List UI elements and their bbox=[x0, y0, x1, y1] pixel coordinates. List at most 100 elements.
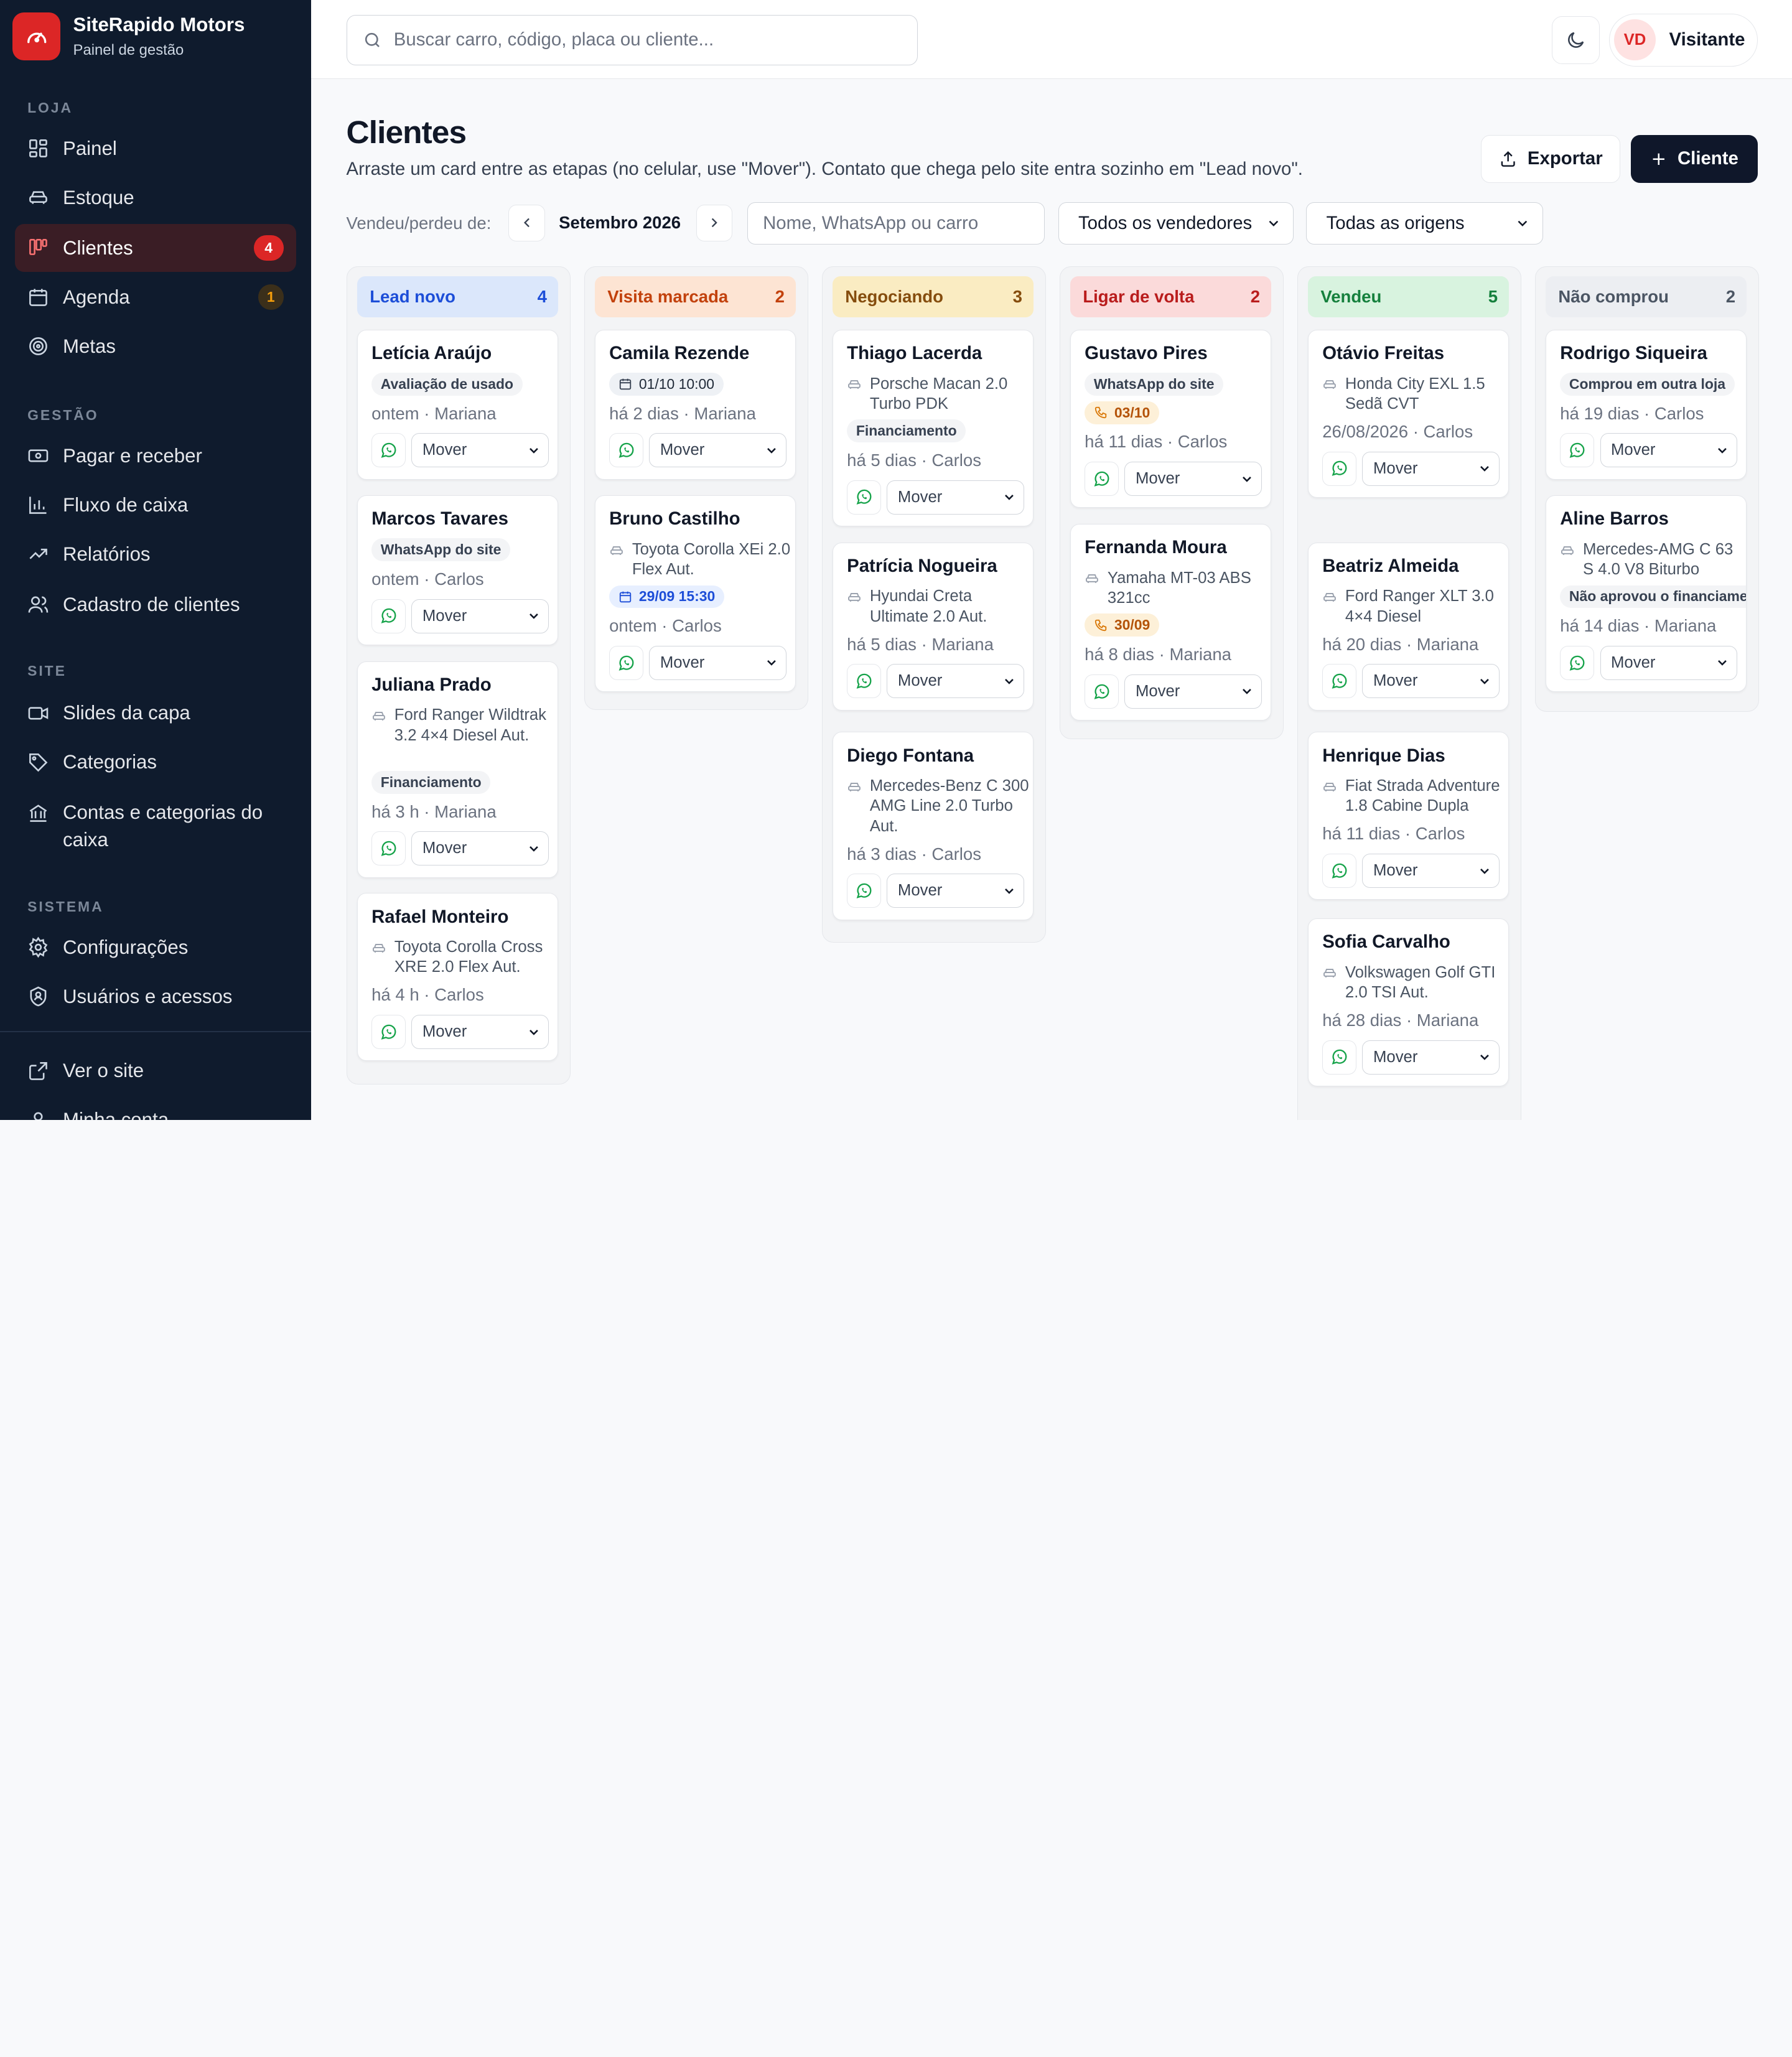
whatsapp-button[interactable] bbox=[1322, 1040, 1357, 1075]
brand[interactable]: SiteRapido Motors Painel de gestão bbox=[0, 0, 311, 73]
move-select[interactable]: Mover bbox=[649, 645, 786, 680]
sidebar-item-ver-site[interactable]: Ver o site bbox=[15, 1047, 296, 1094]
move-select[interactable]: Mover bbox=[411, 433, 549, 468]
whatsapp-button[interactable] bbox=[609, 433, 644, 468]
whatsapp-button[interactable] bbox=[371, 1015, 406, 1050]
export-button[interactable]: Exportar bbox=[1481, 134, 1621, 183]
move-select[interactable]: Mover bbox=[887, 664, 1024, 699]
client-card[interactable]: Sofia Carvalho Volkswagen Golf GTI 2.0 TS… bbox=[1308, 918, 1510, 1086]
client-card[interactable]: Gustavo Pires WhatsApp do site 03/10 há 11 … bbox=[1070, 329, 1272, 508]
client-card[interactable]: Letícia Araújo Avaliação de usado ontem · … bbox=[357, 329, 559, 480]
client-card[interactable]: Rodrigo Siqueira Comprou em outra loja há … bbox=[1546, 329, 1747, 480]
section-loja: LOJA bbox=[27, 99, 73, 116]
car-icon bbox=[1323, 592, 1337, 602]
move-select[interactable]: Mover bbox=[649, 433, 786, 468]
sidebar-item-minha-conta[interactable]: Minha conta bbox=[15, 1096, 296, 1120]
move-select[interactable]: Mover bbox=[1362, 664, 1500, 699]
sidebar-item-pagar-receber[interactable]: Pagar e receber bbox=[15, 432, 296, 480]
whatsapp-button[interactable] bbox=[847, 874, 882, 908]
chevron-down-icon bbox=[1239, 472, 1254, 487]
sidebar-item-label: Configurações bbox=[63, 936, 189, 958]
user-menu-button[interactable]: VD Visitante bbox=[1609, 14, 1758, 67]
sidebar-item-label: Categorias bbox=[63, 751, 157, 773]
client-card[interactable]: Patrícia Nogueira Hyundai Creta Ultimate … bbox=[833, 542, 1034, 711]
sidebar-item-categorias[interactable]: Categorias bbox=[15, 739, 296, 786]
client-card[interactable]: Juliana Prado Ford Ranger Wildtrak 3.2 4×… bbox=[357, 661, 559, 878]
client-filter-input[interactable] bbox=[763, 213, 1026, 235]
whatsapp-button[interactable] bbox=[371, 599, 406, 633]
client-card[interactable]: Rafael Monteiro Toyota Corolla Cross XRE … bbox=[357, 893, 559, 1061]
client-name: Juliana Prado bbox=[371, 674, 492, 695]
client-card[interactable]: Diego Fontana Mercedes-Benz C 300 AMG Lin… bbox=[833, 732, 1034, 920]
client-card[interactable]: Otávio Freitas Honda City EXL 1.5 Sedã CV… bbox=[1308, 329, 1510, 498]
whatsapp-button[interactable] bbox=[1085, 462, 1119, 497]
sidebar-item-metas[interactable]: Metas bbox=[15, 322, 296, 370]
client-card[interactable]: Aline Barros Mercedes-AMG C 63 S 4.0 V8 B… bbox=[1546, 495, 1747, 693]
next-month-button[interactable] bbox=[696, 204, 733, 241]
move-select[interactable]: Mover bbox=[1362, 854, 1500, 889]
car-icon bbox=[848, 592, 861, 602]
move-select[interactable]: Mover bbox=[887, 480, 1024, 515]
sidebar-item-cadastro-clientes[interactable]: Cadastro de clientes bbox=[15, 581, 296, 628]
sidebar-item-clientes[interactable]: Clientes 4 bbox=[14, 223, 296, 273]
sidebar-item-estoque[interactable]: Estoque bbox=[15, 174, 296, 222]
client-card[interactable]: Marcos Tavares WhatsApp do site ontem · Ca… bbox=[357, 495, 559, 645]
vehicle-name: Mercedes-Benz C 300 AMG Line 2.0 Turbo A… bbox=[869, 777, 1029, 835]
card-meta: há 11 dias · Carlos bbox=[1322, 824, 1465, 844]
whatsapp-button[interactable] bbox=[847, 664, 882, 699]
car-icon bbox=[1561, 546, 1574, 555]
move-select[interactable]: Mover bbox=[411, 831, 549, 866]
client-card[interactable]: Camila Rezende 01/10 10:00 há 2 dias · Mar… bbox=[595, 329, 796, 480]
global-search[interactable] bbox=[346, 14, 918, 65]
whatsapp-button[interactable] bbox=[1560, 433, 1595, 468]
whatsapp-button[interactable] bbox=[1322, 451, 1357, 486]
client-card[interactable]: Beatriz Almeida Ford Ranger XLT 3.0 4×4 D… bbox=[1308, 542, 1510, 711]
chevron-down-icon bbox=[1242, 689, 1251, 695]
sidebar-item-relatorios[interactable]: Relatórios bbox=[15, 530, 296, 578]
sidebar-item-configuracoes[interactable]: Configurações bbox=[15, 923, 296, 971]
sidebar-item-usuarios[interactable]: Usuários e acessos bbox=[15, 973, 296, 1020]
sidebar-item-fluxo-caixa[interactable]: Fluxo de caixa bbox=[15, 481, 296, 529]
move-select[interactable]: Mover bbox=[411, 599, 549, 633]
whatsapp-icon bbox=[856, 490, 872, 505]
move-select[interactable]: Mover bbox=[1124, 674, 1262, 709]
whatsapp-button[interactable] bbox=[609, 645, 644, 680]
prev-month-button[interactable] bbox=[508, 204, 546, 241]
whatsapp-button[interactable] bbox=[847, 480, 882, 515]
add-client-button[interactable]: Cliente bbox=[1630, 134, 1758, 183]
whatsapp-button[interactable] bbox=[371, 831, 406, 866]
origin-select[interactable]: Todas as origens bbox=[1306, 202, 1543, 245]
whatsapp-button[interactable] bbox=[1322, 664, 1357, 699]
whatsapp-button[interactable] bbox=[1322, 854, 1357, 889]
move-select[interactable]: Mover bbox=[1600, 433, 1737, 468]
move-select[interactable]: Mover bbox=[411, 1015, 549, 1050]
move-select-label: Mover bbox=[422, 607, 467, 625]
seller-select[interactable]: Todos os vendedores bbox=[1058, 202, 1294, 245]
sidebar-item-contas[interactable]: Contas e categorias do caixa bbox=[15, 790, 296, 861]
sidebar-item-slides[interactable]: Slides da capa bbox=[15, 689, 296, 737]
move-select[interactable]: Mover bbox=[887, 874, 1024, 908]
move-select[interactable]: Mover bbox=[1362, 451, 1500, 486]
client-card[interactable]: Fernanda Moura Yamaha MT-03 ABS 321cc 30/0… bbox=[1070, 524, 1272, 721]
sidebar-item-painel[interactable]: Painel bbox=[15, 124, 296, 172]
move-select[interactable]: Mover bbox=[1124, 462, 1262, 497]
theme-toggle-button[interactable] bbox=[1552, 16, 1600, 64]
client-name: Letícia Araújo bbox=[371, 343, 492, 364]
client-name: Otávio Freitas bbox=[1322, 343, 1445, 364]
client-filter[interactable] bbox=[747, 202, 1045, 245]
kanban-column: Não comprou 2 Rodrigo Siqueira Comprou em o… bbox=[1534, 266, 1759, 712]
whatsapp-button[interactable] bbox=[371, 433, 406, 468]
move-select[interactable]: Mover bbox=[1600, 645, 1737, 680]
sidebar-item-label: Clientes bbox=[63, 236, 133, 259]
sidebar-item-agenda[interactable]: Agenda 1 bbox=[15, 273, 296, 321]
sidebar-item-label: Slides da capa bbox=[63, 702, 190, 724]
client-card[interactable]: Thiago Lacerda Porsche Macan 2.0 Turbo PD… bbox=[833, 329, 1034, 526]
column-count: 5 bbox=[1488, 286, 1498, 306]
whatsapp-button[interactable] bbox=[1085, 674, 1119, 709]
whatsapp-button[interactable] bbox=[1560, 645, 1595, 680]
client-card[interactable]: Bruno Castilho Toyota Corolla XEi 2.0 Fle… bbox=[595, 495, 796, 693]
chevron-down-icon bbox=[1480, 466, 1489, 472]
move-select[interactable]: Mover bbox=[1362, 1040, 1500, 1075]
global-search-input[interactable] bbox=[393, 29, 897, 51]
client-card[interactable]: Henrique Dias Fiat Strada Adventure 1.8 C… bbox=[1308, 732, 1510, 900]
